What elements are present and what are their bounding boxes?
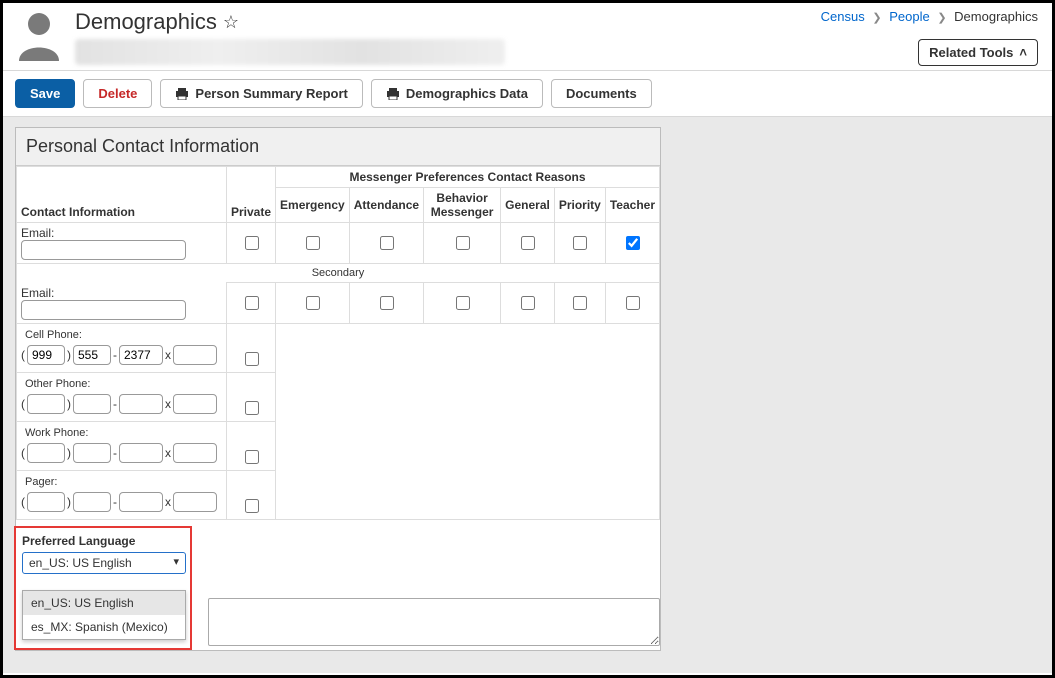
comments-textarea[interactable] <box>208 598 660 646</box>
preferred-language-value: en_US: US English <box>29 556 132 570</box>
demographics-data-label: Demographics Data <box>406 86 528 101</box>
person-summary-label: Person Summary Report <box>195 86 347 101</box>
email-input[interactable] <box>21 240 186 260</box>
contact-panel: Personal Contact Information Contact Inf… <box>15 127 661 651</box>
breadcrumb-census[interactable]: Census <box>821 9 865 24</box>
delete-button[interactable]: Delete <box>83 79 152 108</box>
row-email: Email: <box>17 223 660 264</box>
chevron-right-icon: ❯ <box>937 12 946 24</box>
col-private: Private <box>227 167 276 223</box>
email2-emergency-checkbox[interactable] <box>306 296 320 310</box>
person-summary-report-button[interactable]: Person Summary Report <box>160 79 362 108</box>
secondary-email-input[interactable] <box>21 300 186 320</box>
breadcrumb-people[interactable]: People <box>889 9 929 24</box>
pager-line-input[interactable] <box>119 492 163 512</box>
pager-private-checkbox[interactable] <box>245 499 259 513</box>
other-private-checkbox[interactable] <box>245 401 259 415</box>
avatar <box>13 9 65 61</box>
email2-teacher-checkbox[interactable] <box>626 296 640 310</box>
email2-attendance-checkbox[interactable] <box>380 296 394 310</box>
printer-icon <box>386 88 400 100</box>
pager-label: Pager: <box>21 474 222 488</box>
printer-icon <box>175 88 189 100</box>
pager-area-input[interactable] <box>27 492 65 512</box>
secondary-label: Secondary <box>17 264 660 283</box>
pager-ext-input[interactable] <box>173 492 217 512</box>
demographics-data-button[interactable]: Demographics Data <box>371 79 543 108</box>
col-attendance: Attendance <box>349 188 423 223</box>
preferred-language-label: Preferred Language <box>22 534 184 548</box>
cell-area-input[interactable] <box>27 345 65 365</box>
work-private-checkbox[interactable] <box>245 450 259 464</box>
lang-option-en-us[interactable]: en_US: US English <box>23 591 185 615</box>
page-title: Demographics <box>75 9 217 35</box>
col-priority: Priority <box>554 188 605 223</box>
email-attendance-checkbox[interactable] <box>380 236 394 250</box>
email2-behavior-checkbox[interactable] <box>456 296 470 310</box>
work-area-input[interactable] <box>27 443 65 463</box>
toolbar: Save Delete Person Summary Report Demogr… <box>3 71 1052 117</box>
breadcrumb-current: Demographics <box>954 9 1038 24</box>
email-priority-checkbox[interactable] <box>573 236 587 250</box>
cell-private-checkbox[interactable] <box>245 352 259 366</box>
other-area-input[interactable] <box>27 394 65 414</box>
email2-priority-checkbox[interactable] <box>573 296 587 310</box>
other-phone-label: Other Phone: <box>21 376 222 390</box>
other-prefix-input[interactable] <box>73 394 111 414</box>
col-contact-info: Contact Information <box>17 167 227 223</box>
documents-button[interactable]: Documents <box>551 79 652 108</box>
favorite-star-icon[interactable]: ☆ <box>223 12 239 33</box>
cell-line-input[interactable] <box>119 345 163 365</box>
content-area: Personal Contact Information Contact Inf… <box>3 117 1052 673</box>
col-teacher: Teacher <box>605 188 659 223</box>
email-general-checkbox[interactable] <box>521 236 535 250</box>
preferred-language-highlight: Preferred Language en_US: US English en_… <box>14 526 192 650</box>
preferred-language-dropdown: en_US: US English es_MX: Spanish (Mexico… <box>22 590 186 640</box>
chevron-up-icon: ˄ <box>1019 45 1027 60</box>
col-group-header: Messenger Preferences Contact Reasons <box>276 167 660 188</box>
panel-title: Personal Contact Information <box>16 128 660 166</box>
email-emergency-checkbox[interactable] <box>306 236 320 250</box>
col-behavior: Behavior Messenger <box>424 188 501 223</box>
email-private-checkbox[interactable] <box>245 236 259 250</box>
email2-label: Email: <box>21 286 54 300</box>
related-tools-label: Related Tools <box>929 45 1013 60</box>
cell-prefix-input[interactable] <box>73 345 111 365</box>
work-line-input[interactable] <box>119 443 163 463</box>
email-label: Email: <box>21 226 54 240</box>
work-ext-input[interactable] <box>173 443 217 463</box>
cell-phone-label: Cell Phone: <box>21 327 222 341</box>
save-button[interactable]: Save <box>15 79 75 108</box>
email2-private-checkbox[interactable] <box>245 296 259 310</box>
page-header: Demographics ☆ Census ❯ People ❯ Demogra… <box>3 3 1052 71</box>
pager-prefix-input[interactable] <box>73 492 111 512</box>
breadcrumb: Census ❯ People ❯ Demographics <box>821 9 1038 24</box>
preferred-language-select[interactable]: en_US: US English <box>22 552 186 574</box>
contact-table: Contact Information Private Messenger Pr… <box>16 166 660 520</box>
person-name-redacted <box>75 39 505 65</box>
other-line-input[interactable] <box>119 394 163 414</box>
related-tools-button[interactable]: Related Tools ˄ <box>918 39 1038 66</box>
work-phone-label: Work Phone: <box>21 425 222 439</box>
cell-ext-input[interactable] <box>173 345 217 365</box>
work-prefix-input[interactable] <box>73 443 111 463</box>
row-secondary-email: Email: <box>17 283 660 324</box>
other-ext-input[interactable] <box>173 394 217 414</box>
row-cell-phone: Cell Phone: () - x <box>17 323 660 372</box>
email2-general-checkbox[interactable] <box>521 296 535 310</box>
lang-option-es-mx[interactable]: es_MX: Spanish (Mexico) <box>23 615 185 639</box>
email-behavior-checkbox[interactable] <box>456 236 470 250</box>
col-general: General <box>501 188 555 223</box>
email-teacher-checkbox[interactable] <box>626 236 640 250</box>
chevron-right-icon: ❯ <box>872 12 881 24</box>
col-emergency: Emergency <box>276 188 350 223</box>
